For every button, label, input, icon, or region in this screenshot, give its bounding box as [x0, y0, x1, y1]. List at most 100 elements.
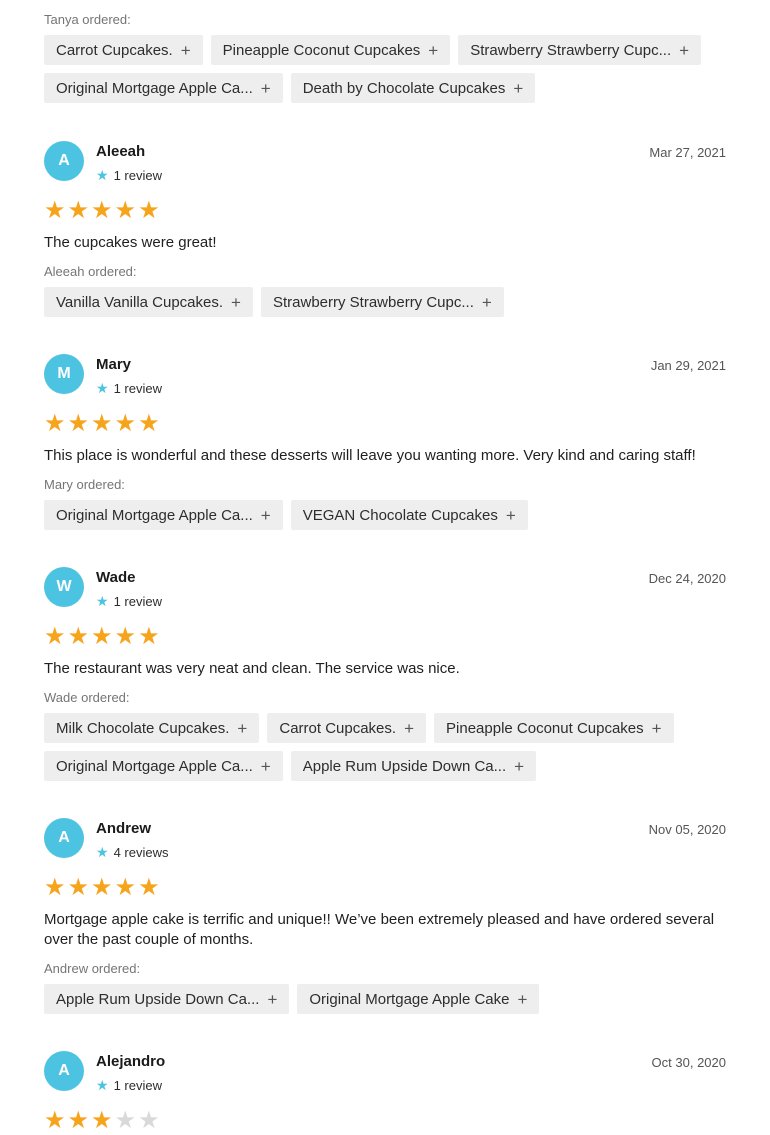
- star-icon: ★: [96, 844, 109, 860]
- star-icon: ★: [44, 874, 66, 901]
- order-item-chip[interactable]: Milk Chocolate Cupcakes. +: [44, 713, 260, 743]
- order-item-chip[interactable]: VEGAN Chocolate Cupcakes +: [290, 500, 528, 530]
- chip-label: VEGAN Chocolate Cupcakes: [302, 506, 498, 524]
- review-header: A Aleeah ★ 1 review Mar 27, 2021: [44, 141, 726, 197]
- ordered-label: Tanya ordered:: [44, 12, 131, 27]
- review-count-text: 1 review: [113, 1078, 162, 1093]
- order-item-chip[interactable]: Apple Rum Upside Down Ca... +: [290, 751, 537, 781]
- star-icon: ★: [44, 410, 66, 437]
- ordered-label: Aleeah ordered:: [44, 264, 137, 279]
- order-item-chip[interactable]: Strawberry Strawberry Cupc... +: [458, 35, 702, 65]
- chip-label: Apple Rum Upside Down Ca...: [56, 990, 260, 1008]
- review-count-text: 4 reviews: [113, 845, 169, 860]
- star-icon: ★: [44, 623, 66, 650]
- review-date: Mar 27, 2021: [649, 145, 726, 160]
- star-icon: ★: [44, 1107, 66, 1134]
- star-icon: ★: [138, 410, 160, 437]
- review-card: M Mary ★ 1 review Jan 29, 2021 ★ ★ ★ ★ ★ This…: [0, 354, 770, 530]
- ordered-label: Andrew ordered:: [44, 961, 141, 976]
- order-chips: Carrot Cupcakes. + Pineapple Coconut Cupc…: [44, 35, 726, 103]
- avatar[interactable]: W: [44, 567, 84, 607]
- order-item-chip[interactable]: Apple Rum Upside Down Ca... +: [44, 984, 290, 1014]
- star-icon: ★: [67, 410, 90, 437]
- star-icon: ★: [114, 197, 137, 224]
- order-item-chip[interactable]: Original Mortgage Apple Cake +: [297, 984, 540, 1014]
- chip-label: Carrot Cupcakes.: [56, 41, 173, 59]
- order-item-chip[interactable]: Carrot Cupcakes. +: [44, 35, 203, 65]
- order-item-chip[interactable]: Pineapple Coconut Cupcakes +: [210, 35, 451, 65]
- chip-label: Pineapple Coconut Cupcakes: [446, 719, 644, 737]
- avatar[interactable]: A: [44, 141, 84, 181]
- order-item-chip[interactable]: Original Mortgage Apple Ca... +: [44, 73, 283, 103]
- plus-icon: +: [505, 505, 516, 525]
- avatar[interactable]: M: [44, 354, 84, 394]
- order-item-chip[interactable]: Original Mortgage Apple Ca... +: [44, 751, 283, 781]
- review-date: Dec 24, 2020: [648, 571, 726, 586]
- review-text: Mortgage apple cake is terrific and uniq…: [44, 911, 715, 948]
- star-icon: ★: [91, 623, 113, 650]
- chip-label: Carrot Cupcakes.: [279, 719, 397, 737]
- star-rating: ★ ★ ★ ★ ★: [44, 1107, 726, 1135]
- order-item-chip[interactable]: Original Mortgage Apple Ca... +: [44, 500, 283, 530]
- star-icon: ★: [96, 1077, 109, 1093]
- plus-icon: +: [260, 78, 271, 98]
- order-item-chip[interactable]: Pineapple Coconut Cupcakes +: [434, 713, 674, 743]
- star-icon: ★: [114, 1107, 137, 1134]
- star-icon: ★: [91, 874, 113, 901]
- order-item-chip[interactable]: Carrot Cupcakes. +: [267, 713, 427, 743]
- star-icon: ★: [138, 874, 160, 901]
- avatar[interactable]: A: [44, 1051, 84, 1091]
- reviewer-name[interactable]: Andrew: [96, 820, 151, 837]
- star-icon: ★: [114, 874, 137, 901]
- star-icon: ★: [67, 874, 90, 901]
- chip-label: Vanilla Vanilla Cupcakes.: [56, 293, 224, 311]
- chip-label: Original Mortgage Apple Ca...: [56, 79, 253, 97]
- review-count-text: 1 review: [113, 168, 162, 183]
- chip-label: Milk Chocolate Cupcakes.: [56, 719, 230, 737]
- plus-icon: +: [651, 718, 662, 738]
- star-icon: ★: [91, 410, 113, 437]
- star-icon: ★: [138, 623, 160, 650]
- review-count-text: 1 review: [113, 594, 162, 609]
- order-item-chip[interactable]: Strawberry Strawberry Cupc... +: [260, 287, 504, 317]
- star-rating: ★ ★ ★ ★ ★: [44, 410, 726, 438]
- reviewer-name[interactable]: Wade: [96, 569, 135, 586]
- chip-label: Original Mortgage Apple Ca...: [56, 757, 253, 775]
- review-header: W Wade ★ 1 review Dec 24, 2020: [44, 567, 726, 623]
- reviewer-name[interactable]: Aleeah: [96, 143, 145, 160]
- star-icon: ★: [114, 410, 137, 437]
- star-icon: ★: [138, 1107, 160, 1134]
- review-date: Oct 30, 2020: [651, 1055, 726, 1070]
- top-order-section: Tanya ordered: Carrot Cupcakes. + Pineapp…: [0, 0, 770, 103]
- ordered-label: Mary ordered:: [44, 477, 125, 492]
- chip-label: Pineapple Coconut Cupcakes: [222, 41, 421, 59]
- review-count-text: 1 review: [113, 381, 162, 396]
- review-card: W Wade ★ 1 review Dec 24, 2020 ★ ★ ★ ★ ★ The …: [0, 567, 770, 781]
- star-icon: ★: [91, 1107, 113, 1134]
- order-chips: Apple Rum Upside Down Ca... + Original Mor…: [44, 984, 726, 1014]
- plus-icon: +: [404, 718, 415, 738]
- chip-label: Strawberry Strawberry Cupc...: [470, 41, 672, 59]
- review-count: ★ 4 reviews: [96, 844, 168, 861]
- plus-icon: +: [260, 756, 271, 776]
- plus-icon: +: [679, 40, 690, 60]
- chip-label: Apple Rum Upside Down Ca...: [302, 757, 507, 775]
- reviewer-name[interactable]: Alejandro: [96, 1053, 165, 1070]
- order-item-chip[interactable]: Vanilla Vanilla Cupcakes. +: [44, 287, 253, 317]
- review-count: ★ 1 review: [96, 167, 162, 184]
- reviewer-name[interactable]: Mary: [96, 356, 131, 373]
- order-item-chip[interactable]: Death by Chocolate Cupcakes +: [290, 73, 536, 103]
- plus-icon: +: [481, 292, 492, 312]
- chip-label: Original Mortgage Apple Ca...: [56, 506, 253, 524]
- order-chips: Vanilla Vanilla Cupcakes. + Strawberry Str…: [44, 287, 726, 317]
- review-date: Jan 29, 2021: [650, 358, 726, 373]
- plus-icon: +: [428, 40, 439, 60]
- avatar[interactable]: A: [44, 818, 84, 858]
- plus-icon: +: [514, 756, 525, 776]
- order-chips: Original Mortgage Apple Ca... + VEGAN Choc…: [44, 500, 726, 530]
- review-header: A Alejandro ★ 1 review Oct 30, 2020: [44, 1051, 726, 1107]
- review-header: M Mary ★ 1 review Jan 29, 2021: [44, 354, 726, 410]
- review-count: ★ 1 review: [96, 380, 162, 397]
- ordered-label: Wade ordered:: [44, 690, 130, 705]
- plus-icon: +: [267, 989, 278, 1009]
